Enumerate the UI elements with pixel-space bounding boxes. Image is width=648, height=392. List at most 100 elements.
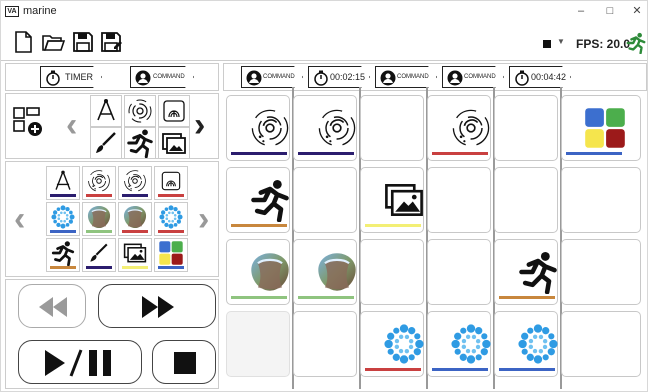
color-underline	[158, 266, 184, 269]
timeline-cell-empty[interactable]	[360, 239, 424, 305]
color-underline	[86, 230, 112, 233]
rewind-button[interactable]	[18, 284, 86, 328]
palette-item-colorgrid[interactable]	[154, 238, 188, 272]
color-underline	[158, 194, 184, 197]
color-underline	[86, 266, 112, 269]
title-bar: VA marine – □ ✕	[1, 1, 647, 23]
timeline: COMMAND 00:02:15 COMMAND COMMAND 00:04:4…	[223, 63, 647, 389]
color-underline	[499, 368, 555, 371]
tool-sonar[interactable]	[124, 95, 156, 127]
palette-item-run[interactable]	[46, 238, 80, 272]
timeline-cell-run[interactable]	[494, 239, 558, 305]
timeline-cell-empty[interactable]	[561, 167, 641, 233]
timeline-header-command[interactable]: COMMAND	[241, 66, 303, 88]
shell-sphere-icon	[123, 205, 147, 229]
user-icon	[447, 70, 463, 86]
open-folder-icon[interactable]	[41, 30, 65, 54]
save-as-icon[interactable]	[99, 30, 123, 54]
timeline-cell-dots[interactable]	[360, 311, 424, 377]
color-underline	[231, 224, 287, 227]
color-underline	[432, 368, 488, 371]
color-underline	[122, 194, 148, 197]
tool-image[interactable]	[158, 127, 190, 159]
palette-item-compass[interactable]	[46, 166, 80, 200]
timeline-cell-run[interactable]	[226, 167, 290, 233]
timeline-header-command[interactable]: COMMAND	[375, 66, 437, 88]
timeline-cell-image[interactable]	[360, 167, 424, 233]
color-underline	[50, 266, 76, 269]
timeline-cell-empty[interactable]	[293, 167, 357, 233]
palette-item-dots[interactable]	[154, 202, 188, 236]
timeline-cell-colorgrid[interactable]	[561, 95, 641, 161]
command-tag[interactable]: COMMAND	[130, 66, 194, 88]
play-pause-button[interactable]	[18, 340, 142, 384]
timer-tag-label: TIMER	[65, 72, 93, 82]
stop-button[interactable]	[152, 340, 216, 384]
color-underline	[365, 368, 421, 371]
color-underline	[231, 152, 287, 155]
tool-profile[interactable]	[158, 95, 190, 127]
stop-mode-icon[interactable]	[543, 40, 551, 48]
timeline-cell-empty[interactable]	[494, 167, 558, 233]
loading-dots-icon	[451, 324, 491, 364]
palette-item-brush[interactable]	[82, 238, 116, 272]
palette-item-profile[interactable]	[154, 166, 188, 200]
timeline-cell-shell[interactable]	[293, 239, 357, 305]
palette-next-arrow[interactable]: ›	[198, 202, 209, 236]
timeline-cell-empty[interactable]	[561, 239, 641, 305]
new-file-icon[interactable]	[11, 30, 35, 54]
timer-tag[interactable]: TIMER	[40, 66, 102, 88]
sonar-icon	[251, 109, 289, 147]
timeline-cell-sonar[interactable]	[427, 95, 491, 161]
sonar-icon	[88, 170, 110, 192]
timeline-cell-empty[interactable]	[293, 311, 357, 377]
color-underline	[499, 296, 555, 299]
palette-item-image[interactable]	[118, 238, 152, 272]
header-label: 00:02:15	[330, 72, 366, 82]
app-logo-icon: VA	[5, 6, 19, 17]
timeline-cell-sonar[interactable]	[293, 95, 357, 161]
palette-item-shell[interactable]	[118, 202, 152, 236]
timeline-header-timer[interactable]: 00:02:15	[308, 66, 370, 88]
timeline-header-timer[interactable]: 00:04:42	[509, 66, 571, 88]
tools-next-arrow[interactable]: ›	[194, 108, 205, 142]
tool-brush[interactable]	[90, 127, 122, 159]
timeline-cell-shell[interactable]	[226, 239, 290, 305]
timeline-header-command[interactable]: COMMAND	[442, 66, 504, 88]
timeline-cell-empty[interactable]	[561, 311, 641, 377]
window-title: marine	[23, 5, 57, 17]
fast-forward-button[interactable]	[98, 284, 216, 328]
loading-dots-icon	[384, 324, 424, 364]
timeline-cell-empty[interactable]	[427, 239, 491, 305]
running-man-icon	[51, 241, 75, 267]
tool-run[interactable]	[124, 127, 156, 159]
palette-item-sonar[interactable]	[118, 166, 152, 200]
palette-prev-arrow[interactable]: ‹	[14, 202, 25, 236]
save-icon[interactable]	[71, 30, 95, 54]
timeline-cell-sonar[interactable]	[226, 95, 290, 161]
close-button[interactable]: ✕	[627, 4, 647, 18]
user-icon	[380, 70, 396, 86]
header-label: COMMAND	[263, 74, 295, 80]
fingerprint-icon	[163, 100, 185, 122]
chevron-down-icon[interactable]: ▼	[557, 37, 565, 46]
minimize-button[interactable]: –	[571, 4, 591, 18]
playback-box	[5, 279, 219, 389]
timeline-cell-empty[interactable]	[360, 95, 424, 161]
timeline-cell-empty[interactable]	[494, 95, 558, 161]
timeline-cell-dots[interactable]	[494, 311, 558, 377]
timeline-cell-dots[interactable]	[427, 311, 491, 377]
timeline-cell-empty[interactable]	[427, 167, 491, 233]
running-man-icon	[519, 252, 557, 294]
image-gallery-icon	[385, 184, 423, 216]
palette-item-dots[interactable]	[46, 202, 80, 236]
timeline-cell-empty[interactable]	[226, 311, 290, 377]
compass-icon	[97, 99, 115, 121]
maximize-button[interactable]: □	[600, 4, 620, 18]
palette-item-sonar[interactable]	[82, 166, 116, 200]
tools-prev-arrow[interactable]: ‹	[66, 108, 77, 142]
palette-item-shell[interactable]	[82, 202, 116, 236]
tool-compass[interactable]	[90, 95, 122, 127]
shell-sphere-icon	[87, 205, 111, 229]
add-action-icon[interactable]	[12, 106, 44, 138]
